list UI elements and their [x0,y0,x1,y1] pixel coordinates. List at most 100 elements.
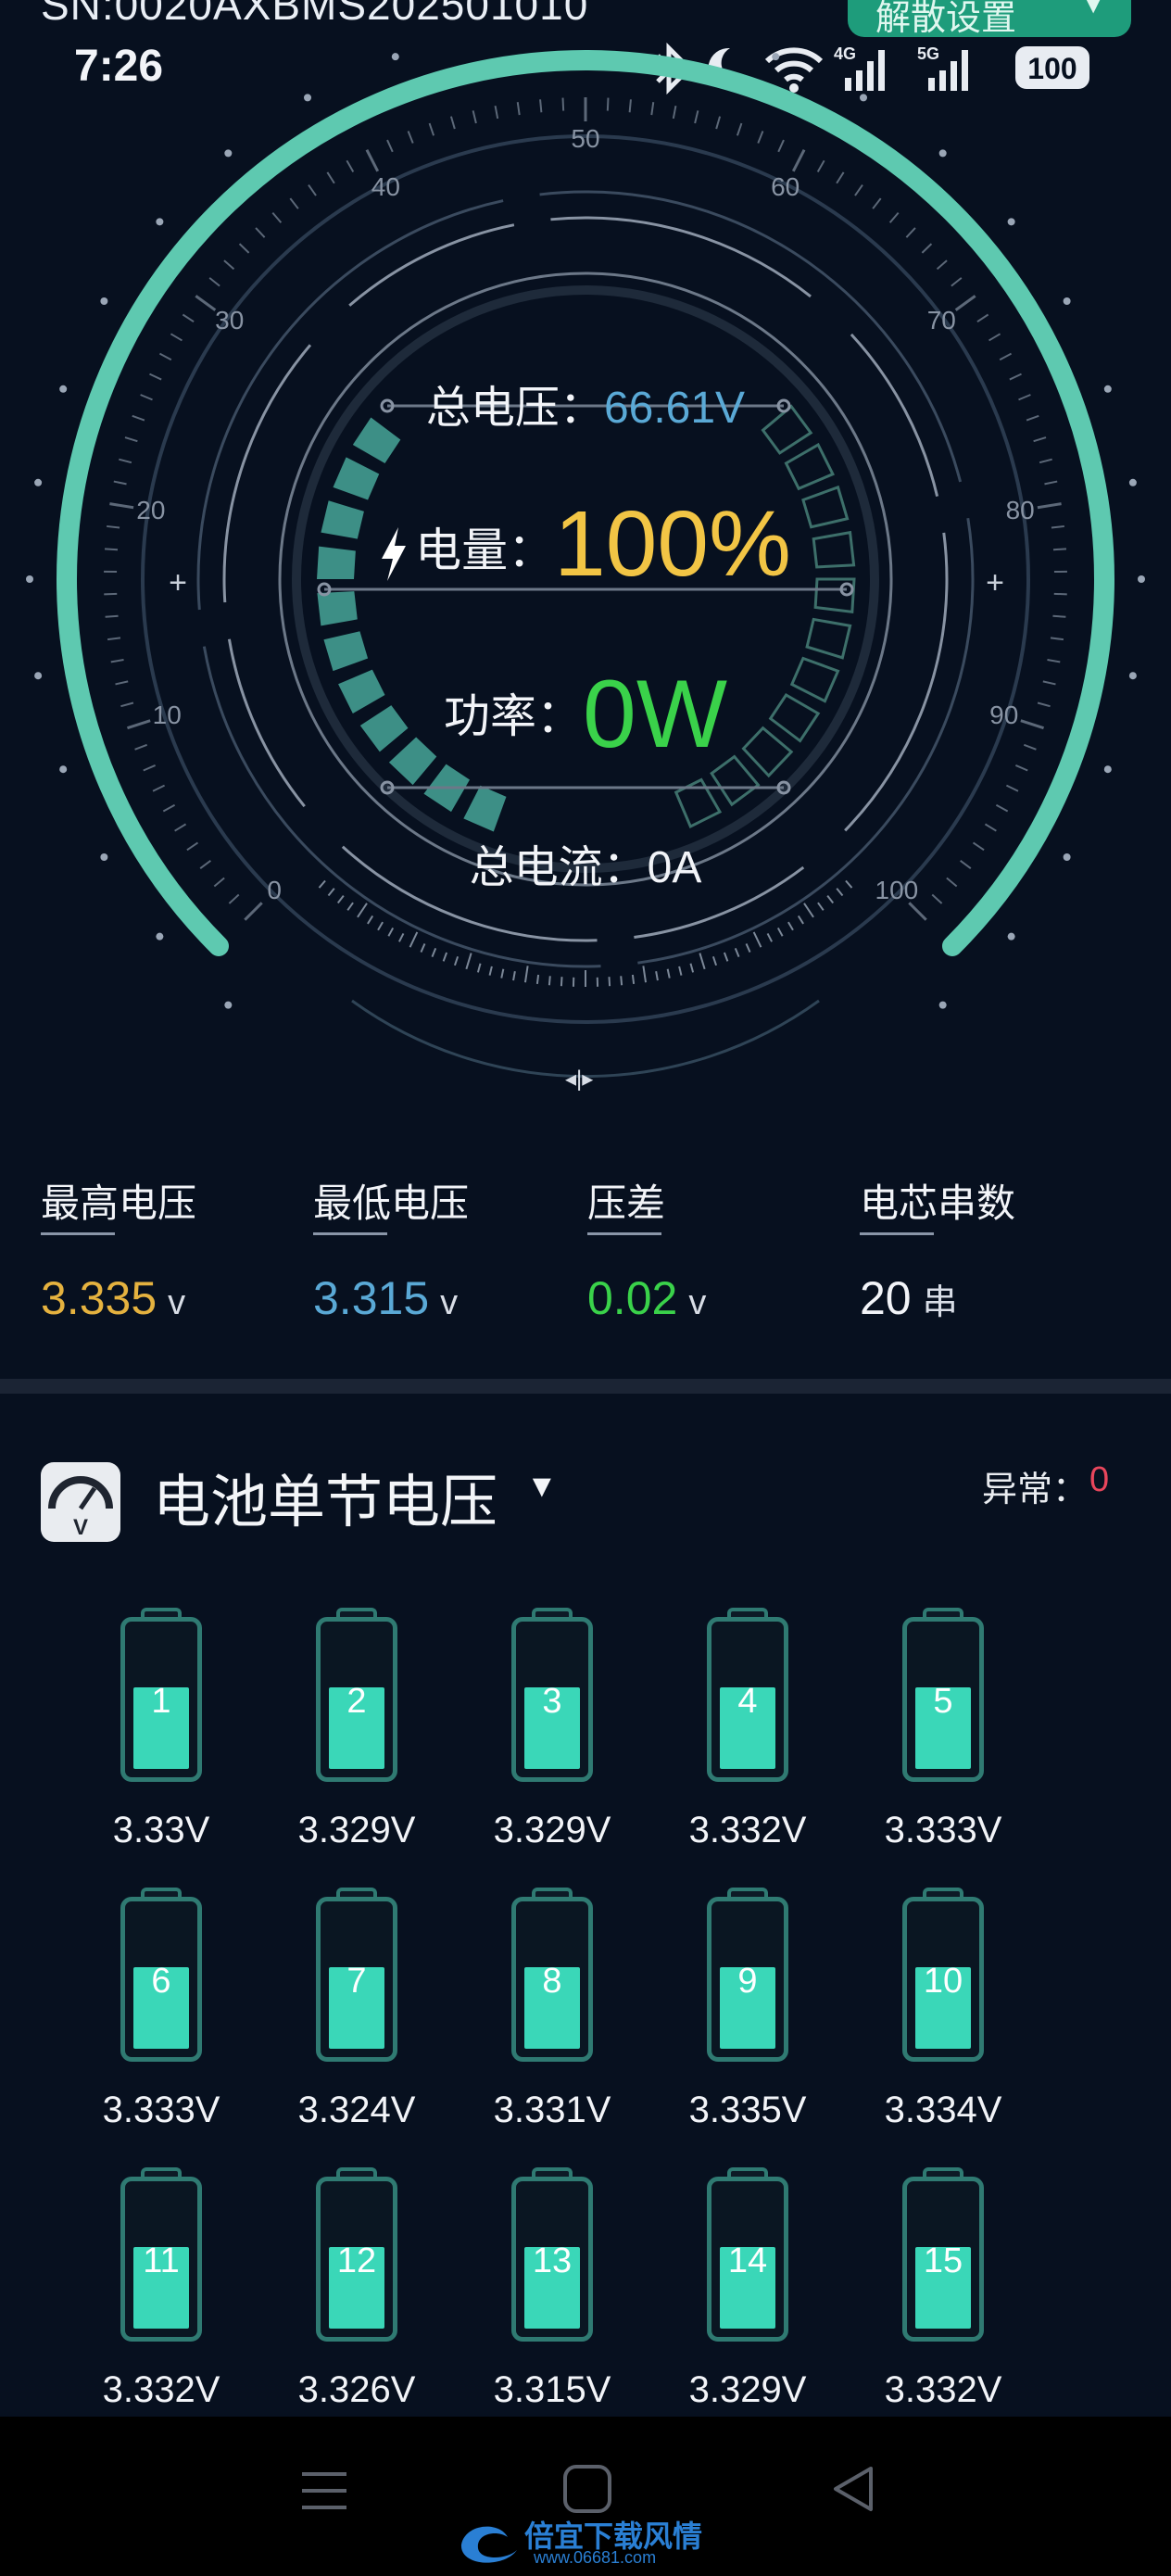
cell-item[interactable]: 15 3.332V [850,2167,1036,2427]
dissolve-settings-button[interactable]: 解散设置 ▼ [848,0,1131,37]
soc-gauge: + + 0 10 20 30 40 50 60 70 80 90 100 总电压：66.61V 电量… [0,37,1171,1130]
gauge-tick [672,106,677,120]
gauge-tick [113,480,127,486]
cell-number: 10 [923,1962,963,2001]
cell-number: 4 [737,1682,758,1721]
gauge-tick [1033,436,1047,443]
cell-item[interactable]: 3 3.329V [460,1608,645,1867]
gauge-tick [976,313,989,323]
cell-item[interactable]: 14 3.329V [655,2167,840,2427]
cell-number: 1 [151,1682,171,1721]
gauge-dot [1128,478,1137,486]
chevron-down-icon: ▼ [1081,0,1105,19]
ruler-tick [776,927,784,937]
cell-item[interactable]: 13 3.315V [460,2167,645,2427]
gauge-tick [365,148,380,172]
gauge-scale-label: 50 [571,124,600,153]
cell-number: 11 [143,2241,180,2280]
ruler-tick [548,976,551,986]
cell-item[interactable]: 11 3.332V [69,2167,254,2427]
section-divider [0,1379,1171,1394]
home-button[interactable] [561,2463,613,2515]
ruler-tick [431,948,437,958]
ruler-tick [560,977,563,987]
cell-item[interactable]: 6 3.333V [69,1888,254,2147]
gauge-tick [158,352,172,361]
dropdown-arrow-icon[interactable]: ▼ [526,1469,558,1505]
gauge-tick [988,333,1001,342]
cell-voltage: 3.333V [884,1810,1002,1850]
cell-item[interactable]: 4 3.332V [655,1608,840,1867]
ruler-tick [689,963,695,973]
unit: v [688,1283,707,1322]
ruler-tick [797,915,804,925]
cell-item[interactable]: 10 3.334V [850,1888,1036,2147]
cell-item[interactable]: 5 3.333V [850,1608,1036,1867]
gauge-tick [736,122,743,136]
menu-button[interactable] [296,2463,352,2519]
gauge-dot [34,478,43,486]
gauge-tick [715,116,722,130]
gauge-scale-label: 60 [771,171,800,201]
serial-number: SN:0020AXBMS202501010 [41,0,589,29]
ruler-tick [500,968,505,979]
cell-number: 6 [151,1962,171,2001]
gauge-tick [152,784,166,792]
cell-item[interactable]: 2 3.329V [264,1608,449,1867]
gauge-tick [107,637,121,641]
total-voltage-row: 总电压：66.61V [0,371,1171,436]
cell-item[interactable]: 7 3.324V [264,1888,449,2147]
cell-voltage: 3.329V [297,1810,416,1850]
ruler-tick [803,903,814,918]
ruler-tick [620,976,623,986]
cell-item[interactable]: 9 3.335V [655,1888,840,2147]
stat-label-cell-count: 电芯串数 [860,1181,1016,1225]
min-voltage-value: 3.315 [313,1272,430,1324]
gauge-tick [208,277,220,287]
gauge-tick [777,139,785,153]
cell-number: 9 [737,1962,758,2001]
ruler-tick [631,974,636,985]
stat-value-max-voltage: 3.335 v [41,1271,185,1325]
cell-voltage: 3.333V [102,2090,220,2130]
power-value: 0W [583,661,727,768]
cell-item[interactable]: 1 3.33V [69,1608,254,1867]
current-label: 总电流： [469,843,648,892]
stat-underline [860,1232,934,1235]
gauge-tick [872,197,882,209]
gauge-tick [289,197,299,209]
gauge-tick [995,803,1009,813]
ruler-tick [699,953,706,970]
stat-label-max-voltage: 最高电压 [41,1181,197,1225]
gauge-tick [561,97,565,111]
cell-number: 7 [346,1962,367,2001]
gauge-tick [1050,637,1064,641]
cell-number: 13 [532,2241,573,2280]
gauge-dot [224,149,233,158]
cell-number: 3 [542,1682,562,1721]
gauge-tick [1039,458,1052,464]
ruler-tick [711,955,718,966]
cell-item[interactable]: 8 3.331V [460,1888,645,2147]
gauge-tick [386,139,394,153]
gauge-scale-label: 30 [215,305,245,335]
cell-number: 5 [933,1682,953,1721]
cell-voltage: 3.332V [688,1810,807,1850]
ruler-tick [512,971,516,981]
gauge-tick [162,803,176,813]
gauge-dot [860,94,867,102]
cell-item[interactable]: 12 3.326V [264,2167,449,2427]
gauge-tick [791,148,806,172]
gauge-tick [124,436,138,443]
back-button[interactable] [826,2463,878,2515]
gauge-right-segment [805,617,852,660]
gauge-tick [1052,614,1066,618]
cell-count-value: 20 [860,1272,912,1324]
gauge-dot [304,94,311,102]
gauge-tick [105,614,119,618]
ruler-tick [523,966,529,983]
gauge-scale-label: 40 [371,171,400,201]
top-strip: SN:0020AXBMS202501010 解散设置 ▼ [0,0,1171,37]
cell-number: 12 [336,2241,377,2280]
gauge-dot [224,1001,233,1009]
